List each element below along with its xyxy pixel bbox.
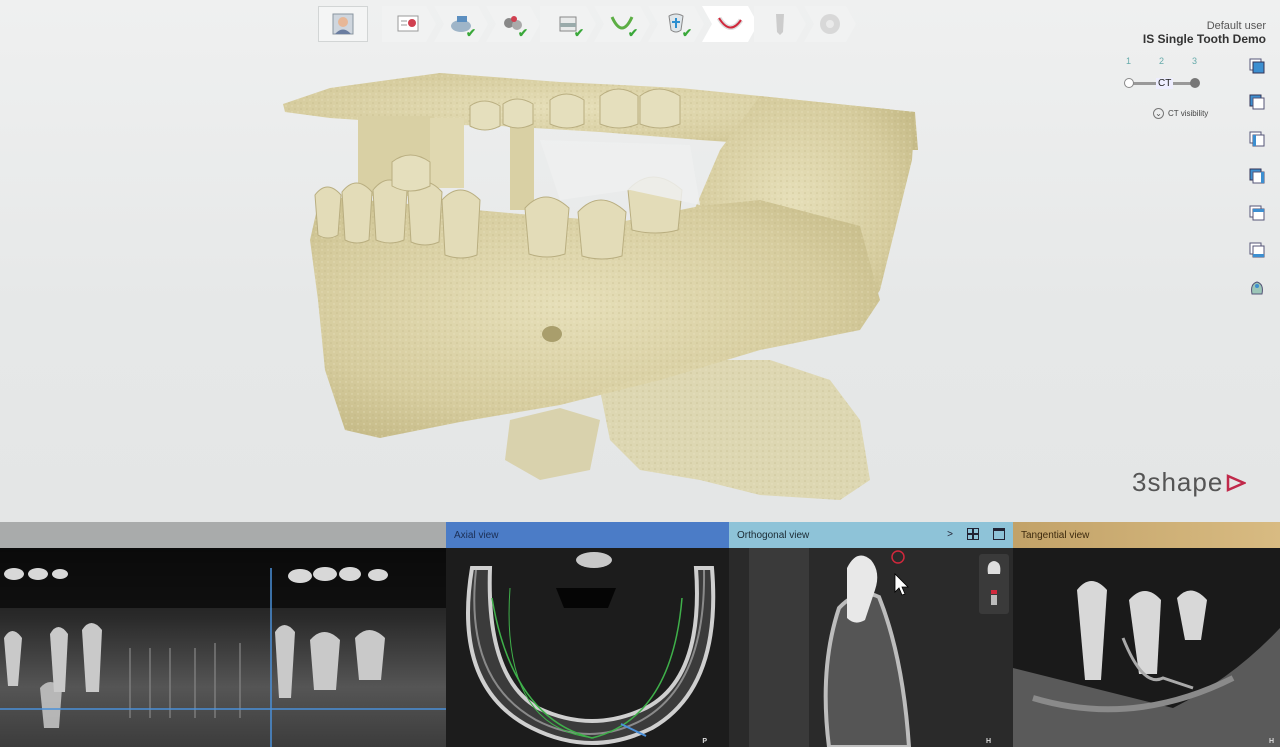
- view-front-icon: [1249, 58, 1265, 74]
- workflow-step-panoramic-curve[interactable]: ✔: [594, 6, 650, 42]
- ct-slider-max-handle[interactable]: [1190, 78, 1200, 88]
- orthogonal-header-tools: >: [947, 528, 1005, 540]
- chevron-down-icon[interactable]: ⌄: [1153, 108, 1164, 119]
- panoramic-view-panel[interactable]: [0, 522, 446, 747]
- workflow-step-guide[interactable]: [804, 6, 856, 42]
- view-left-button[interactable]: [1247, 129, 1267, 149]
- nerve-canal-icon: [716, 13, 744, 35]
- workflow-step-patient[interactable]: [318, 6, 368, 42]
- axial-view-header: Axial view: [446, 522, 729, 548]
- tangential-view-title: Tangential view: [1021, 529, 1090, 541]
- workflow-step-implant[interactable]: [754, 6, 806, 42]
- tangential-view-panel[interactable]: Tangential view H: [1013, 522, 1280, 747]
- grid-layout-icon[interactable]: [967, 528, 979, 540]
- view-left-icon: [1249, 131, 1265, 147]
- ct-preset-2[interactable]: 2: [1159, 56, 1164, 66]
- axial-view-panel[interactable]: Axial view P: [446, 522, 729, 747]
- view-top-icon: [1249, 205, 1265, 221]
- panoramic-view-header: [0, 522, 446, 548]
- maximize-icon[interactable]: [993, 528, 1005, 540]
- ct-visibility-label: CT visibility: [1168, 109, 1209, 118]
- completed-check-icon: ✔: [573, 26, 584, 40]
- next-slice-button[interactable]: >: [947, 529, 953, 540]
- order-form-icon: [396, 13, 422, 35]
- tooth-3d-icon[interactable]: [984, 558, 1004, 578]
- view-back-icon: [1249, 94, 1265, 110]
- workflow-step-segmentation[interactable]: ✔: [540, 6, 596, 42]
- tangential-orientation-label: H: [1268, 738, 1274, 745]
- view-back-button[interactable]: [1247, 92, 1267, 112]
- orthogonal-image[interactable]: H: [729, 548, 1013, 747]
- ct-preset-3[interactable]: 3: [1192, 56, 1197, 66]
- completed-check-icon: ✔: [465, 26, 476, 40]
- ct-threshold-control: 1 2 3 CT: [1110, 56, 1210, 100]
- tangential-image[interactable]: H: [1013, 548, 1280, 747]
- mandible-3d-model[interactable]: [0, 0, 1280, 522]
- brand-triangle-icon: [1227, 473, 1247, 492]
- completed-check-icon: ✔: [681, 26, 692, 40]
- orthogonal-view-title: Orthogonal view: [737, 529, 810, 541]
- view-bottom-button[interactable]: [1247, 240, 1267, 260]
- implant-toggle-icon[interactable]: [984, 588, 1004, 608]
- guide-icon: [818, 12, 842, 36]
- orthogonal-view-panel[interactable]: Orthogonal view > H: [729, 522, 1013, 747]
- axial-ct-render: [446, 548, 729, 747]
- workflow-toolbar-steps: ✔ ✔: [382, 6, 540, 42]
- view-bottom-icon: [1249, 242, 1265, 258]
- screenshot-icon: [1251, 281, 1263, 295]
- completed-check-icon: ✔: [627, 26, 638, 40]
- patient-photo-icon: [332, 13, 354, 35]
- user-label: Default user: [1206, 20, 1266, 32]
- workflow-step-import-ct[interactable]: ✔: [434, 6, 488, 42]
- ct-slider-min-handle[interactable]: [1124, 78, 1134, 88]
- brand-logo: 3shape: [1132, 467, 1247, 498]
- axial-orientation-label: P: [702, 738, 707, 745]
- panoramic-ct-render: [0, 548, 446, 747]
- ct-slider-label: CT: [1156, 78, 1174, 89]
- screenshot-button[interactable]: [1247, 277, 1267, 297]
- axial-image[interactable]: P: [446, 548, 729, 747]
- panoramic-image[interactable]: [0, 548, 446, 747]
- tangential-view-header: Tangential view: [1013, 522, 1280, 548]
- workflow-toolbar: [318, 6, 368, 42]
- workflow-toolbar-implant: [754, 6, 856, 42]
- tangential-ct-render: [1013, 548, 1280, 747]
- view-top-button[interactable]: [1247, 203, 1267, 223]
- orthogonal-ct-render: [729, 548, 1013, 747]
- view-right-icon: [1249, 168, 1265, 184]
- orthogonal-view-header: Orthogonal view >: [729, 522, 1013, 548]
- orthogonal-orientation-label: H: [985, 738, 991, 745]
- workflow-toolbar-planning: ✔ ✔ ✔: [540, 6, 758, 42]
- view-right-button[interactable]: [1247, 166, 1267, 186]
- axial-view-title: Axial view: [454, 529, 499, 541]
- workflow-step-import-scan[interactable]: ✔: [486, 6, 540, 42]
- workflow-step-alignment[interactable]: ✔: [648, 6, 704, 42]
- project-name: IS Single Tooth Demo: [1142, 32, 1266, 46]
- 3d-viewport[interactable]: ✔ ✔ ✔ ✔ ✔ Default user IS Single Tooth D…: [0, 0, 1280, 522]
- view-front-button[interactable]: [1247, 56, 1267, 76]
- implant-icon: [773, 12, 787, 36]
- workflow-step-nerve[interactable]: [702, 6, 758, 42]
- ct-visibility-toggle[interactable]: ⌄ CT visibility: [1153, 108, 1208, 119]
- ct-preset-1[interactable]: 1: [1126, 56, 1131, 66]
- brand-name: 3shape: [1132, 467, 1224, 497]
- completed-check-icon: ✔: [517, 26, 528, 40]
- view-tools-palette: [979, 554, 1009, 614]
- workflow-step-order[interactable]: [382, 6, 436, 42]
- user-info: Default user IS Single Tooth Demo: [1143, 20, 1266, 46]
